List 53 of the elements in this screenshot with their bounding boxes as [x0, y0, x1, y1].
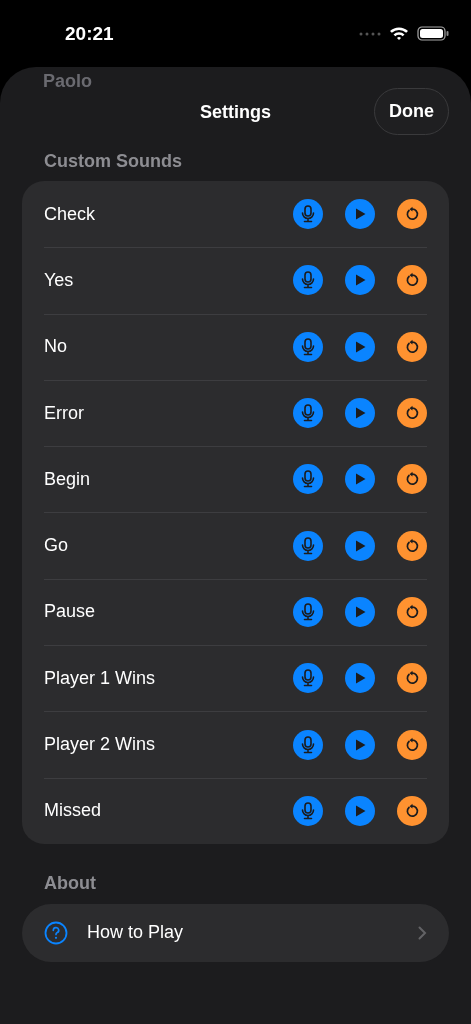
play-icon[interactable]	[345, 464, 375, 495]
play-icon[interactable]	[345, 663, 375, 694]
reset-icon[interactable]	[397, 331, 427, 362]
signal-icon	[359, 31, 381, 36]
microphone-icon[interactable]	[293, 464, 323, 495]
battery-icon	[417, 26, 449, 41]
sound-name: Pause	[44, 601, 97, 623]
help-icon	[44, 920, 68, 945]
section-header: Custom Sounds	[43, 149, 183, 173]
wifi-icon	[389, 26, 409, 41]
play-icon[interactable]	[345, 530, 375, 561]
section-header: About	[43, 872, 97, 896]
sound-name: Missed	[44, 800, 102, 822]
sheet-title: Settings	[200, 100, 271, 123]
done-button[interactable]: Done	[374, 88, 449, 135]
microphone-icon[interactable]	[293, 596, 323, 627]
play-icon[interactable]	[345, 729, 375, 760]
microphone-icon[interactable]	[293, 398, 323, 429]
background-title: Paolo	[43, 71, 92, 92]
reset-icon[interactable]	[397, 265, 427, 296]
list-item[interactable]: How to Play	[22, 903, 449, 962]
microphone-icon[interactable]	[293, 729, 323, 760]
play-icon[interactable]	[345, 199, 375, 230]
sound-name: Check	[44, 203, 97, 225]
sound-name: Player 2 Wins	[44, 734, 157, 755]
play-icon[interactable]	[345, 795, 375, 826]
reset-icon[interactable]	[397, 199, 427, 230]
play-icon[interactable]	[345, 331, 375, 362]
reset-icon[interactable]	[397, 795, 427, 826]
play-icon[interactable]	[345, 398, 375, 429]
microphone-icon[interactable]	[293, 795, 323, 826]
play-icon[interactable]	[345, 265, 375, 296]
sound-name: Player 1 Wins	[44, 667, 157, 689]
sound-name: Error	[44, 402, 85, 424]
item-label: How to Play	[87, 922, 185, 944]
microphone-icon[interactable]	[293, 265, 323, 296]
reset-icon[interactable]	[397, 398, 427, 429]
reset-icon[interactable]	[397, 663, 427, 694]
sound-name: Begin	[44, 468, 92, 490]
reset-icon[interactable]	[397, 729, 427, 760]
microphone-icon[interactable]	[293, 199, 323, 230]
sound-name: Go	[44, 535, 69, 557]
microphone-icon[interactable]	[293, 530, 323, 561]
reset-icon[interactable]	[397, 464, 427, 495]
reset-icon[interactable]	[397, 530, 427, 561]
chevron-icon	[418, 925, 427, 940]
sound-name: No	[44, 336, 68, 358]
sound-name: Yes	[44, 269, 75, 291]
microphone-icon[interactable]	[293, 331, 323, 362]
microphone-icon[interactable]	[293, 663, 323, 694]
reset-icon[interactable]	[397, 596, 427, 627]
status-time: 20:21	[65, 22, 114, 45]
play-icon[interactable]	[345, 596, 375, 627]
